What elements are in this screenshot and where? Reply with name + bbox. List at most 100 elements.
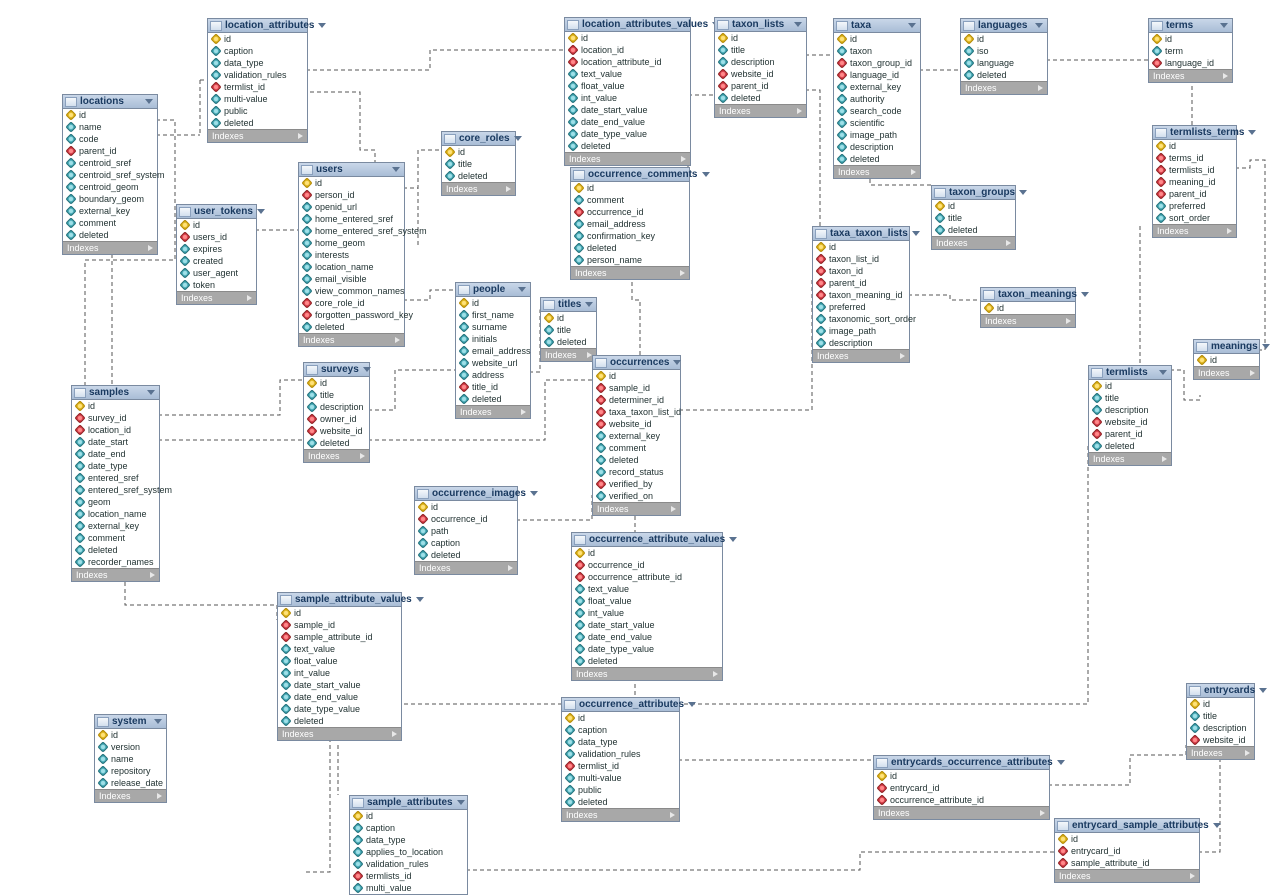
table-header[interactable]: occurrence_images: [415, 487, 517, 501]
column[interactable]: description: [1187, 722, 1254, 734]
table-header[interactable]: meanings: [1194, 340, 1259, 354]
column[interactable]: validation_rules: [562, 748, 679, 760]
column[interactable]: authority: [834, 93, 920, 105]
column[interactable]: id: [834, 33, 920, 45]
column[interactable]: confirmation_key: [571, 230, 689, 242]
table-header[interactable]: taxon_meanings: [981, 288, 1075, 302]
column[interactable]: external_key: [593, 430, 680, 442]
chevron-down-icon[interactable]: [530, 491, 538, 496]
indexes-section[interactable]: Indexes: [72, 568, 159, 581]
table-header[interactable]: entrycards_occurrence_attributes: [874, 756, 1049, 770]
column[interactable]: id: [1089, 380, 1171, 392]
column[interactable]: taxon: [834, 45, 920, 57]
table-samples[interactable]: samplesidsurvey_idlocation_iddate_startd…: [71, 385, 160, 582]
chevron-down-icon[interactable]: [1081, 292, 1089, 297]
column[interactable]: deleted: [715, 92, 806, 104]
table-location_attributes_values[interactable]: location_attributes_valuesidlocation_idl…: [564, 17, 691, 166]
table-titles[interactable]: titlesidtitledeletedIndexes: [540, 297, 597, 362]
column[interactable]: owner_id: [304, 413, 369, 425]
chevron-down-icon[interactable]: [673, 360, 681, 365]
column[interactable]: person_id: [299, 189, 404, 201]
table-meanings[interactable]: meaningsidIndexes: [1193, 339, 1260, 380]
column[interactable]: core_role_id: [299, 297, 404, 309]
column[interactable]: title: [932, 212, 1015, 224]
column[interactable]: version: [95, 741, 166, 753]
chevron-down-icon[interactable]: [729, 537, 737, 542]
column[interactable]: multi_value: [350, 882, 467, 894]
indexes-section[interactable]: Indexes: [715, 104, 806, 117]
indexes-section[interactable]: Indexes: [456, 405, 530, 418]
column[interactable]: taxon_meaning_id: [813, 289, 909, 301]
column[interactable]: openid_url: [299, 201, 404, 213]
indexes-section[interactable]: Indexes: [981, 314, 1075, 327]
table-taxon_lists[interactable]: taxon_listsidtitledescriptionwebsite_idp…: [714, 17, 807, 118]
table-header[interactable]: sample_attributes: [350, 796, 467, 810]
chevron-down-icon[interactable]: [585, 302, 593, 307]
column[interactable]: occurrence_id: [571, 206, 689, 218]
column[interactable]: deleted: [304, 437, 369, 449]
column[interactable]: deleted: [1089, 440, 1171, 452]
table-entrycards[interactable]: entrycardsidtitledescriptionwebsite_idIn…: [1186, 683, 1255, 760]
column[interactable]: occurrence_id: [415, 513, 517, 525]
column[interactable]: date_type_value: [565, 128, 690, 140]
column[interactable]: title: [1089, 392, 1171, 404]
column[interactable]: verified_by: [593, 478, 680, 490]
column[interactable]: taxonomic_sort_order: [813, 313, 909, 325]
column[interactable]: repository: [95, 765, 166, 777]
column[interactable]: entered_sref_system: [72, 484, 159, 496]
column[interactable]: validation_rules: [350, 858, 467, 870]
column[interactable]: sample_attribute_id: [278, 631, 401, 643]
column[interactable]: termlist_id: [208, 81, 307, 93]
column[interactable]: id: [932, 200, 1015, 212]
indexes-section[interactable]: Indexes: [299, 333, 404, 346]
table-header[interactable]: taxon_groups: [932, 186, 1015, 200]
table-location_attributes[interactable]: location_attributesidcaptiondata_typeval…: [207, 18, 308, 143]
column[interactable]: id: [571, 182, 689, 194]
chevron-down-icon[interactable]: [688, 702, 696, 707]
column[interactable]: deleted: [593, 454, 680, 466]
column[interactable]: public: [208, 105, 307, 117]
column[interactable]: geom: [72, 496, 159, 508]
table-core_roles[interactable]: core_rolesidtitledeletedIndexes: [441, 131, 516, 196]
column[interactable]: int_value: [565, 92, 690, 104]
column[interactable]: centroid_sref: [63, 157, 157, 169]
chevron-down-icon[interactable]: [1248, 130, 1256, 135]
column[interactable]: taxon_group_id: [834, 57, 920, 69]
table-system[interactable]: systemidversionnamerepositoryrelease_dat…: [94, 714, 167, 803]
column[interactable]: parent_id: [63, 145, 157, 157]
column[interactable]: id: [961, 33, 1047, 45]
column[interactable]: id: [541, 312, 596, 324]
chevron-down-icon[interactable]: [1259, 688, 1267, 693]
column[interactable]: id: [63, 109, 157, 121]
table-user_tokens[interactable]: user_tokensidusers_idexpirescreateduser_…: [176, 204, 257, 305]
table-header[interactable]: entrycard_sample_attributes: [1055, 819, 1199, 833]
table-entrycards_occurrence_attributes[interactable]: entrycards_occurrence_attributesidentryc…: [873, 755, 1050, 820]
column[interactable]: id: [95, 729, 166, 741]
column[interactable]: id: [813, 241, 909, 253]
column[interactable]: deleted: [63, 229, 157, 241]
table-header[interactable]: people: [456, 283, 530, 297]
column[interactable]: int_value: [278, 667, 401, 679]
chevron-down-icon[interactable]: [145, 99, 153, 104]
column[interactable]: home_entered_sref_system: [299, 225, 404, 237]
column[interactable]: initials: [456, 333, 530, 345]
column[interactable]: float_value: [278, 655, 401, 667]
column[interactable]: id: [278, 607, 401, 619]
column[interactable]: email_visible: [299, 273, 404, 285]
column[interactable]: external_key: [63, 205, 157, 217]
column[interactable]: id: [415, 501, 517, 513]
chevron-down-icon[interactable]: [416, 597, 424, 602]
chevron-down-icon[interactable]: [702, 172, 710, 177]
column[interactable]: release_date: [95, 777, 166, 789]
indexes-section[interactable]: Indexes: [442, 182, 515, 195]
column[interactable]: text_value: [565, 68, 690, 80]
column[interactable]: sample_id: [593, 382, 680, 394]
column[interactable]: comment: [593, 442, 680, 454]
indexes-section[interactable]: Indexes: [834, 165, 920, 178]
chevron-down-icon[interactable]: [794, 22, 802, 27]
column[interactable]: person_name: [571, 254, 689, 266]
column[interactable]: user_agent: [177, 267, 256, 279]
column[interactable]: deleted: [562, 796, 679, 808]
indexes-section[interactable]: Indexes: [571, 266, 689, 279]
column[interactable]: caption: [350, 822, 467, 834]
